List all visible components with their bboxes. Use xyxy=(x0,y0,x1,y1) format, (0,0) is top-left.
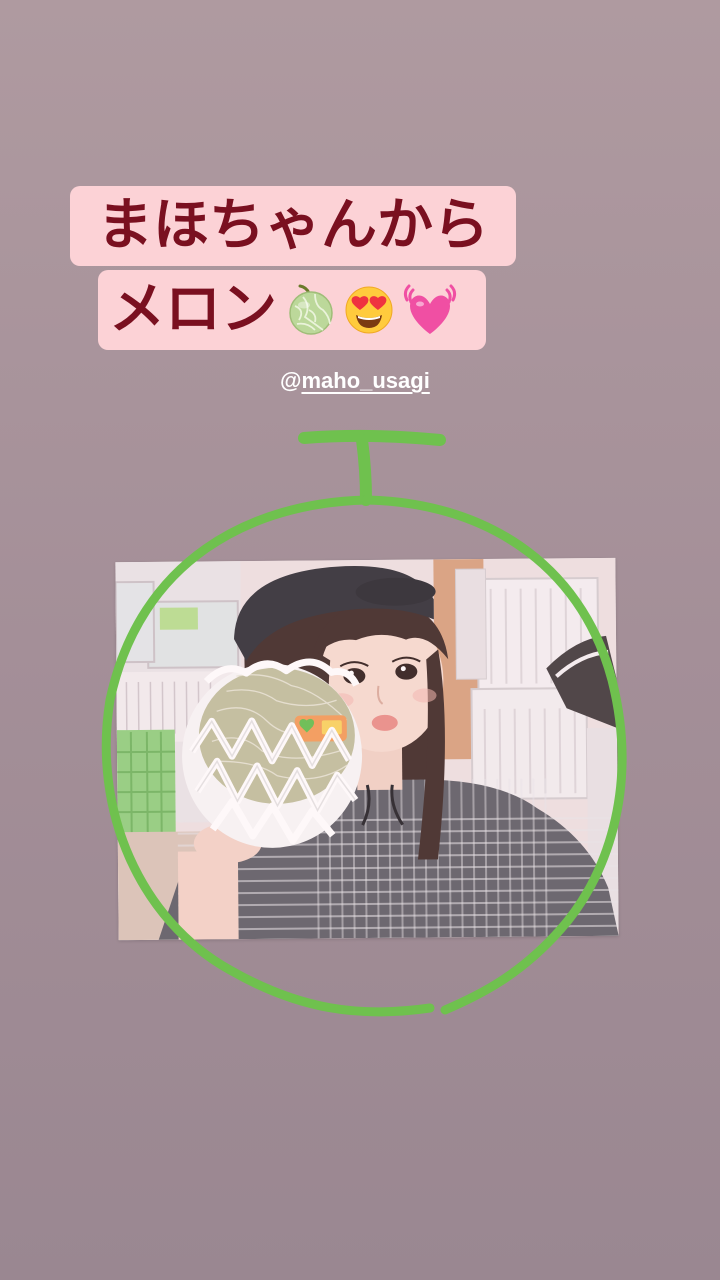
caption-emoji-row xyxy=(285,284,459,336)
melon-emoji-icon xyxy=(285,284,337,336)
mention-tag[interactable]: @maho_usagi xyxy=(280,366,430,396)
caption-text-line-1: まほちゃんから xyxy=(97,193,489,258)
caption-line-1[interactable]: まほちゃんから xyxy=(70,186,516,266)
mention-handle[interactable]: maho_usagi xyxy=(301,368,429,393)
beating-heart-emoji-icon xyxy=(401,284,459,336)
caption-text-line-2: メロン xyxy=(109,277,277,342)
caption-line-2[interactable]: メロン xyxy=(98,270,486,350)
selfie-photo xyxy=(115,557,619,941)
selfie-photo-image xyxy=(115,557,619,941)
heart-eyes-emoji-icon xyxy=(343,284,395,336)
mention-at: @ xyxy=(280,368,302,393)
